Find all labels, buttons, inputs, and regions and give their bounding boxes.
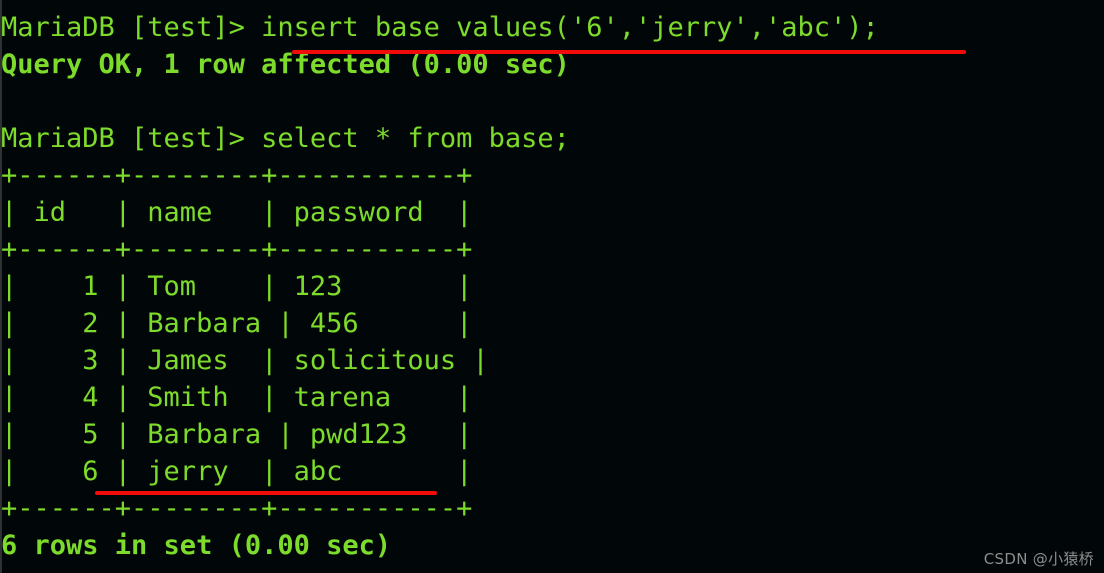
table-row: | 3 | James | solicitous | xyxy=(1,345,489,376)
terminal-screen: MariaDB [test]> insert base values('6','… xyxy=(0,9,1104,564)
red-underline-inserted-row xyxy=(95,491,437,495)
table-row: | 5 | Barbara | pwd123 | xyxy=(1,419,473,450)
table-row: | 6 | jerry | abc | xyxy=(1,456,473,487)
table-row: | 2 | Barbara | 456 | xyxy=(1,308,473,339)
watermark: CSDN @小猿桥 xyxy=(983,550,1094,568)
terminal-line-command-select: MariaDB [test]> select * from base; xyxy=(1,123,570,154)
table-border-bottom: +------+--------+-----------+ xyxy=(1,493,473,524)
table-border-top: +------+--------+-----------+ xyxy=(1,160,473,191)
table-row: | 1 | Tom | 123 | xyxy=(1,271,473,302)
table-header-row: | id | name | password | xyxy=(1,197,473,228)
terminal-window[interactable]: MariaDB [test]> insert base values('6','… xyxy=(0,0,1104,573)
table-row: | 4 | Smith | tarena | xyxy=(1,382,473,413)
red-underline-insert-statement xyxy=(292,50,966,54)
terminal-line-command-insert: MariaDB [test]> insert base values('6','… xyxy=(1,12,879,43)
terminal-line-row-count: 6 rows in set (0.00 sec) xyxy=(1,530,392,561)
table-border-middle: +------+--------+-----------+ xyxy=(1,234,473,265)
